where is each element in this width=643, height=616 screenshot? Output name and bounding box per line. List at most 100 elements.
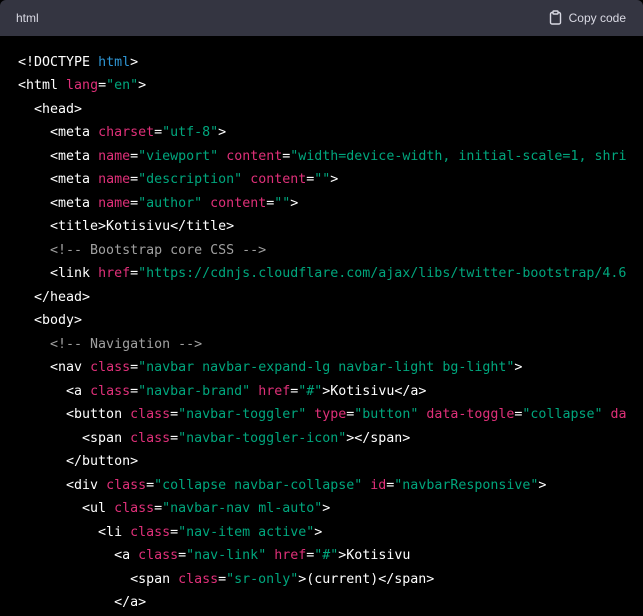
code-token: >	[330, 172, 339, 187]
code-token: id	[370, 477, 387, 493]
code-line: <!-- Navigation -->	[18, 333, 202, 357]
code-token: "#"	[298, 383, 323, 399]
code-token: <nav	[18, 360, 91, 375]
code-token: "sr-only"	[226, 571, 299, 587]
code-token: >	[290, 195, 299, 211]
code-token: <head>	[18, 101, 83, 117]
code-line: <span class="sr-only">(current)</span>	[18, 568, 434, 592]
code-token: </head>	[18, 289, 91, 305]
code-token: class	[130, 430, 171, 446]
code-token: class	[178, 571, 219, 587]
code-token: =	[170, 430, 179, 446]
code-token: ""	[314, 172, 331, 187]
code-token: "nav-link"	[186, 548, 267, 563]
code-token: >	[218, 125, 227, 140]
code-token: =	[130, 195, 139, 211]
code-token: =	[130, 360, 139, 375]
code-token: content	[226, 148, 283, 164]
code-line: <a class="nav-link" href="#">Kotisivu	[18, 544, 410, 568]
code-token: "button"	[354, 407, 419, 422]
code-token: >	[138, 78, 147, 93]
code-token: class	[130, 524, 171, 540]
code-token: "viewport"	[138, 148, 219, 164]
code-line: <ul class="navbar-nav ml-auto">	[18, 497, 330, 521]
code-token: =	[218, 571, 227, 587]
code-token: >Kotisivu	[338, 548, 411, 563]
code-token: >	[514, 360, 523, 375]
code-line: <html lang="en">	[18, 74, 146, 98]
code-token: =	[170, 407, 179, 422]
code-line: <nav class="navbar navbar-expand-lg navb…	[18, 356, 522, 380]
code-line: <meta name="viewport" content="width=dev…	[18, 145, 626, 169]
code-token: <meta	[18, 125, 99, 140]
code-token: "navbar-brand"	[138, 383, 251, 399]
code-token: class	[138, 548, 179, 563]
code-token: >	[538, 477, 547, 493]
code-token: "width=device-width, initial-scale=1, sh…	[290, 148, 627, 164]
code-token: "author"	[138, 195, 203, 211]
code-token: <a	[18, 548, 139, 563]
code-line: <meta name="author" content="">	[18, 192, 298, 216]
code-token: class	[106, 477, 147, 493]
code-token: >	[130, 54, 139, 70]
code-token: >(current)</span>	[298, 571, 435, 587]
code-token: <meta	[18, 172, 99, 187]
code-line: </button>	[18, 450, 138, 474]
code-token: "navbar navbar-expand-lg navbar-light bg…	[138, 360, 515, 375]
code-line: <span class="navbar-toggler-icon"></span…	[18, 427, 410, 451]
code-token: </a>	[18, 595, 147, 610]
code-token: content	[250, 172, 307, 187]
code-token: "en"	[106, 78, 139, 93]
code-token: ></span>	[346, 430, 411, 446]
code-token: <ul	[18, 501, 115, 516]
code-token: class	[90, 383, 131, 399]
code-token: type	[314, 407, 347, 422]
code-token: =	[130, 172, 139, 187]
language-label: html	[16, 11, 39, 25]
code-token: <meta	[18, 195, 99, 211]
code-token: <link	[18, 266, 99, 281]
code-block-header: html Copy code	[0, 0, 643, 36]
code-line: <title>Kotisivu</title>	[18, 215, 234, 239]
code-line: <a class="navbar-brand" href="#">Kotisiv…	[18, 380, 426, 404]
code-line: <button class="navbar-toggler" type="but…	[18, 403, 626, 427]
code-token: =	[178, 548, 187, 563]
code-line: <meta name="description" content="">	[18, 168, 338, 192]
code-token: <!-- Navigation -->	[18, 336, 203, 352]
code-token: ""	[274, 195, 291, 211]
code-token: name	[98, 148, 131, 164]
copy-code-button[interactable]: Copy code	[549, 10, 626, 25]
code-line: </a>	[18, 591, 146, 615]
code-token: html	[98, 54, 131, 70]
code-token: <!-- Bootstrap core CSS -->	[18, 242, 267, 258]
clipboard-icon	[549, 10, 562, 25]
code-token: "navbar-toggler-icon"	[178, 430, 347, 446]
code-token: >Kotisivu</a>	[322, 383, 427, 399]
code-token: =	[130, 383, 139, 399]
code-token: charset	[98, 125, 155, 140]
code-token: class	[114, 501, 155, 516]
code-token: <div	[18, 477, 107, 493]
code-token: class	[130, 407, 171, 422]
code-line: <!-- Bootstrap core CSS -->	[18, 239, 266, 263]
code-token: <li	[18, 524, 131, 540]
code-token: name	[98, 195, 131, 211]
code-token: <title>Kotisivu</title>	[18, 219, 235, 234]
code-token: <meta	[18, 148, 99, 164]
code-line: <div class="collapse navbar-collapse" id…	[18, 474, 546, 498]
code-line: <meta charset="utf-8">	[18, 121, 226, 145]
code-token: =	[154, 501, 163, 516]
code-token: data-toggle	[426, 407, 515, 422]
code-token: =	[98, 78, 107, 93]
code-token: >	[314, 524, 323, 540]
code-line: <!DOCTYPE html>	[18, 51, 138, 75]
code-content[interactable]: <!DOCTYPE html> <html lang="en"> <head> <…	[0, 36, 643, 616]
code-token: <html	[18, 78, 67, 93]
code-token: =	[154, 125, 163, 140]
code-line: <link href="https://cdnjs.cloudflare.com…	[18, 262, 626, 286]
code-token: "navbar-toggler"	[178, 407, 307, 422]
